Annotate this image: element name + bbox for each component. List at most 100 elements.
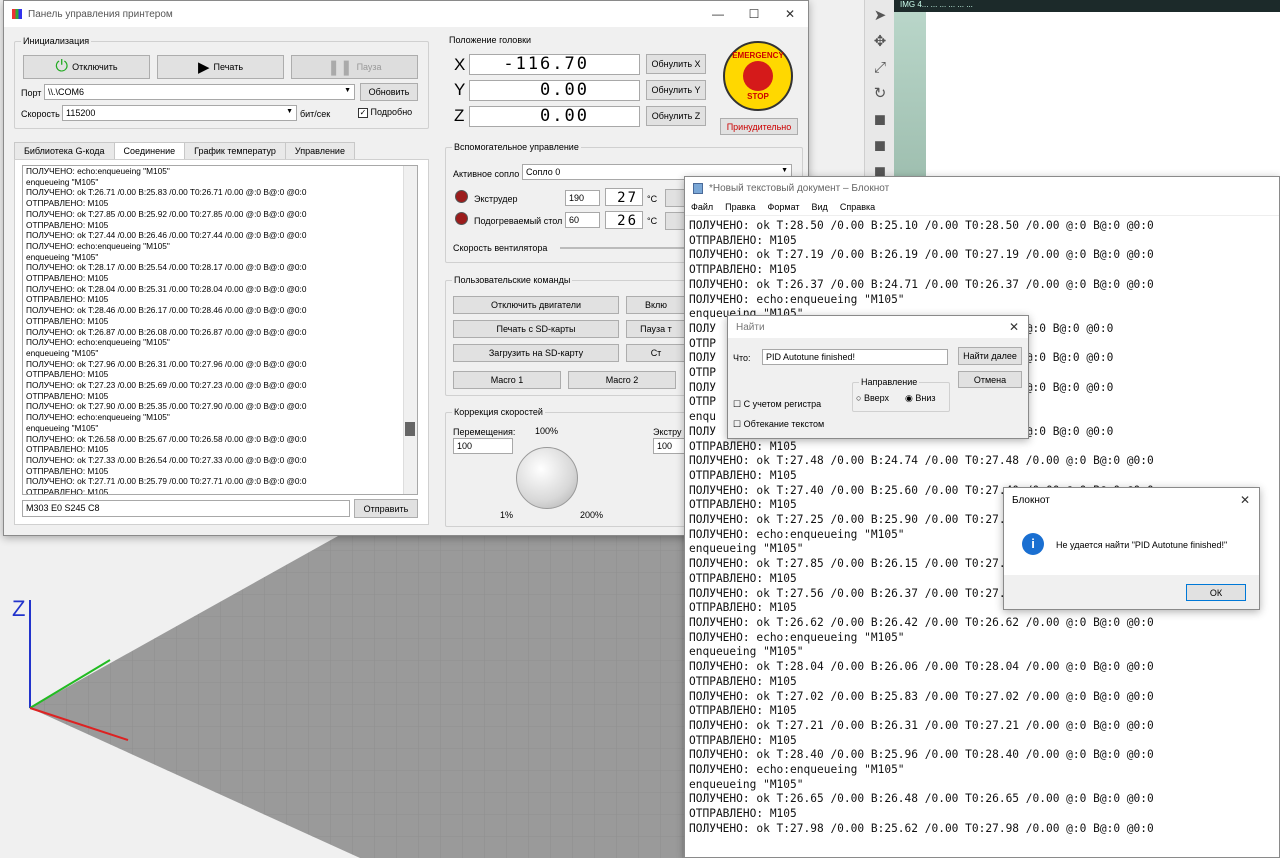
notepad-line: ПОЛУЧЕНО: ok T:26.62 /0.00 B:26.42 /0.00… bbox=[689, 615, 1154, 629]
send-button[interactable]: Отправить bbox=[354, 499, 418, 518]
communication-log[interactable]: ПОЛУЧЕНО: echo:enqueueing "M105" enqueuei… bbox=[22, 165, 418, 495]
match-case-checkbox[interactable]: ☐ С учетом регистра bbox=[733, 399, 821, 410]
notepad-line: ОТПРАВЛЕНО: M105 bbox=[689, 704, 797, 718]
menu-format[interactable]: Формат bbox=[768, 202, 800, 212]
print-sd-button[interactable]: Печать с SD-карты bbox=[453, 320, 619, 338]
log-line: ПОЛУЧЕНО: ok T:27.85 /0.00 B:25.92 /0.00… bbox=[26, 208, 307, 219]
reset-z-button[interactable]: Обнулить Z bbox=[646, 106, 706, 126]
viewer-toolbar: ➤ ✥ ⤢ ↻ ◼ ◼ ◼ bbox=[864, 0, 894, 190]
message-box: Блокнот ✕ i Не удается найти "PID Autotu… bbox=[1003, 487, 1260, 610]
notepad-line: enqueueing "M105" bbox=[689, 777, 804, 791]
pause-sd-button[interactable]: Пауза т bbox=[626, 320, 686, 338]
pause-button[interactable]: ❚❚ Пауза bbox=[291, 55, 418, 79]
rotate-icon[interactable]: ↻ bbox=[869, 82, 891, 104]
log-scrollbar[interactable] bbox=[403, 166, 417, 494]
notepad-icon bbox=[693, 182, 703, 194]
baud-select[interactable]: 115200 ▼ bbox=[62, 105, 297, 121]
verbose-checkbox[interactable]: ✓ Подробно bbox=[358, 107, 412, 118]
log-line: ПОЛУЧЕНО: ok T:27.90 /0.00 B:25.35 /0.00… bbox=[26, 401, 307, 412]
bed-unit: °C bbox=[647, 216, 658, 226]
macro-2-button[interactable]: Macro 2 bbox=[568, 371, 676, 389]
extrude-speed-spinner[interactable]: 100 bbox=[653, 438, 685, 454]
wrap-around-checkbox[interactable]: ☐ Обтекание текстом bbox=[733, 419, 824, 430]
speed-label: Скорость bbox=[21, 109, 60, 119]
fan-speed-slider[interactable] bbox=[560, 247, 684, 249]
notepad-line: ПОЛУЧЕНО: ok T:28.04 /0.00 B:26.06 /0.00… bbox=[689, 660, 1154, 674]
log-line: ПОЛУЧЕНО: echo:enqueueing "M105" bbox=[26, 166, 170, 176]
z-axis-label: Z bbox=[454, 106, 465, 125]
y-position-display: 0.00 bbox=[469, 80, 640, 101]
emergency-stop-button[interactable]: EMERGENCY STOP bbox=[723, 41, 793, 111]
menu-file[interactable]: Файл bbox=[691, 202, 713, 212]
log-scroll-thumb[interactable] bbox=[405, 422, 415, 436]
tab-gcode-library[interactable]: Библиотека G-кода bbox=[14, 142, 115, 160]
find-cancel-button[interactable]: Отмена bbox=[958, 371, 1022, 388]
upload-sd-button[interactable]: Загрузить на SD-карту bbox=[453, 344, 619, 362]
macro-1-button[interactable]: Macro 1 bbox=[453, 371, 561, 389]
checkbox-checked-icon: ✓ bbox=[358, 107, 368, 118]
log-line: ПОЛУЧЕНО: ok T:27.23 /0.00 B:25.69 /0.00… bbox=[26, 380, 307, 391]
scale-icon[interactable]: ⤢ bbox=[869, 56, 891, 78]
extruder-set-button[interactable] bbox=[665, 189, 685, 207]
move-speed-dial[interactable] bbox=[516, 447, 578, 509]
close-button[interactable]: ✕ bbox=[772, 7, 808, 21]
notepad-title: *Новый текстовый документ – Блокнот bbox=[709, 182, 890, 194]
cube-icon[interactable]: ◼ bbox=[869, 108, 891, 130]
match-case-label: С учетом регистра bbox=[743, 399, 822, 409]
disconnect-label: Отключить bbox=[72, 62, 118, 72]
print-label: Печать bbox=[213, 62, 244, 72]
log-line: enqueueing "M105" bbox=[26, 422, 99, 433]
command-input[interactable]: M303 E0 S245 C8 bbox=[22, 500, 350, 517]
log-line: ОТПРАВЛЕНО: M105 bbox=[26, 444, 109, 455]
menu-edit[interactable]: Правка bbox=[725, 202, 755, 212]
disable-motors-button[interactable]: Отключить двигатели bbox=[453, 296, 619, 314]
move-icon[interactable]: ✥ bbox=[869, 30, 891, 52]
notepad-line: ОТПРАВЛЕНО: M105 bbox=[689, 468, 797, 482]
print-button[interactable]: ▶ Печать bbox=[157, 55, 284, 79]
close-icon[interactable]: ✕ bbox=[1000, 320, 1028, 334]
bed-temp-display: 26 bbox=[605, 211, 643, 229]
bed-target-spinner[interactable]: 60 bbox=[565, 212, 600, 228]
fan-speed-label: Скорость вентилятора bbox=[453, 243, 548, 253]
direction-up-radio[interactable]: ○ Вверх bbox=[856, 393, 889, 403]
menu-view[interactable]: Вид bbox=[812, 202, 828, 212]
move-speed-label: Перемещения: bbox=[453, 427, 516, 437]
chevron-down-icon: ▼ bbox=[286, 108, 293, 115]
ok-button[interactable]: ОК bbox=[1186, 584, 1246, 601]
find-next-button[interactable]: Найти далее bbox=[958, 347, 1022, 365]
stop-sd-button[interactable]: Ст bbox=[626, 344, 686, 362]
background-image bbox=[894, 12, 926, 176]
reset-x-button[interactable]: Обнулить X bbox=[646, 54, 706, 74]
message-text: Не удается найти "PID Autotune finished!… bbox=[1056, 540, 1228, 550]
enable-button[interactable]: Вклю bbox=[626, 296, 686, 314]
disconnect-button[interactable]: ⏻ Отключить bbox=[23, 55, 150, 79]
maximize-button[interactable]: ☐ bbox=[736, 7, 772, 21]
minimize-button[interactable]: — bbox=[700, 7, 736, 21]
port-select[interactable]: \\.\COM6 ▼ bbox=[44, 84, 355, 100]
tab-connection[interactable]: Соединение bbox=[113, 142, 186, 160]
extruder-label: Экструдер bbox=[474, 194, 518, 204]
tab-temperature-graph[interactable]: График температур bbox=[184, 142, 286, 160]
cube-icon[interactable]: ◼ bbox=[869, 134, 891, 156]
force-stop-button[interactable]: Принудительно bbox=[720, 118, 798, 135]
move-speed-spinner[interactable]: 100 bbox=[453, 438, 513, 454]
menu-help[interactable]: Справка bbox=[840, 202, 875, 212]
direction-down-radio[interactable]: ◉ Вниз bbox=[905, 393, 936, 404]
log-line: ПОЛУЧЕНО: ok T:26.87 /0.00 B:26.08 /0.00… bbox=[26, 326, 307, 337]
cursor-icon[interactable]: ➤ bbox=[869, 4, 891, 26]
close-icon[interactable]: ✕ bbox=[1231, 493, 1259, 507]
find-dialog: Найти ✕ Что: PID Autotune finished! Найт… bbox=[727, 315, 1029, 439]
x-position-display: -116.70 bbox=[469, 54, 640, 75]
find-what-input[interactable]: PID Autotune finished! bbox=[762, 349, 948, 365]
chevron-down-icon: ▼ bbox=[781, 167, 788, 174]
dial-min-label: 1% bbox=[500, 510, 514, 520]
extruder-target-spinner[interactable]: 190 bbox=[565, 190, 600, 206]
refresh-button[interactable]: Обновить bbox=[360, 83, 418, 101]
notepad-line: ПОЛУЧЕНО: ok T:27.02 /0.00 B:25.83 /0.00… bbox=[689, 689, 1154, 703]
bed-set-button[interactable] bbox=[665, 212, 685, 230]
notepad-line: ПОЛУЧЕНО: ok T:27.48 /0.00 B:24.74 /0.00… bbox=[689, 454, 1154, 468]
notepad-line: ПОЛУЧЕНО: echo:enqueueing "M105" bbox=[689, 630, 905, 644]
reset-y-button[interactable]: Обнулить Y bbox=[646, 80, 706, 100]
verbose-label: Подробно bbox=[370, 107, 413, 117]
tab-control[interactable]: Управление bbox=[284, 142, 355, 160]
